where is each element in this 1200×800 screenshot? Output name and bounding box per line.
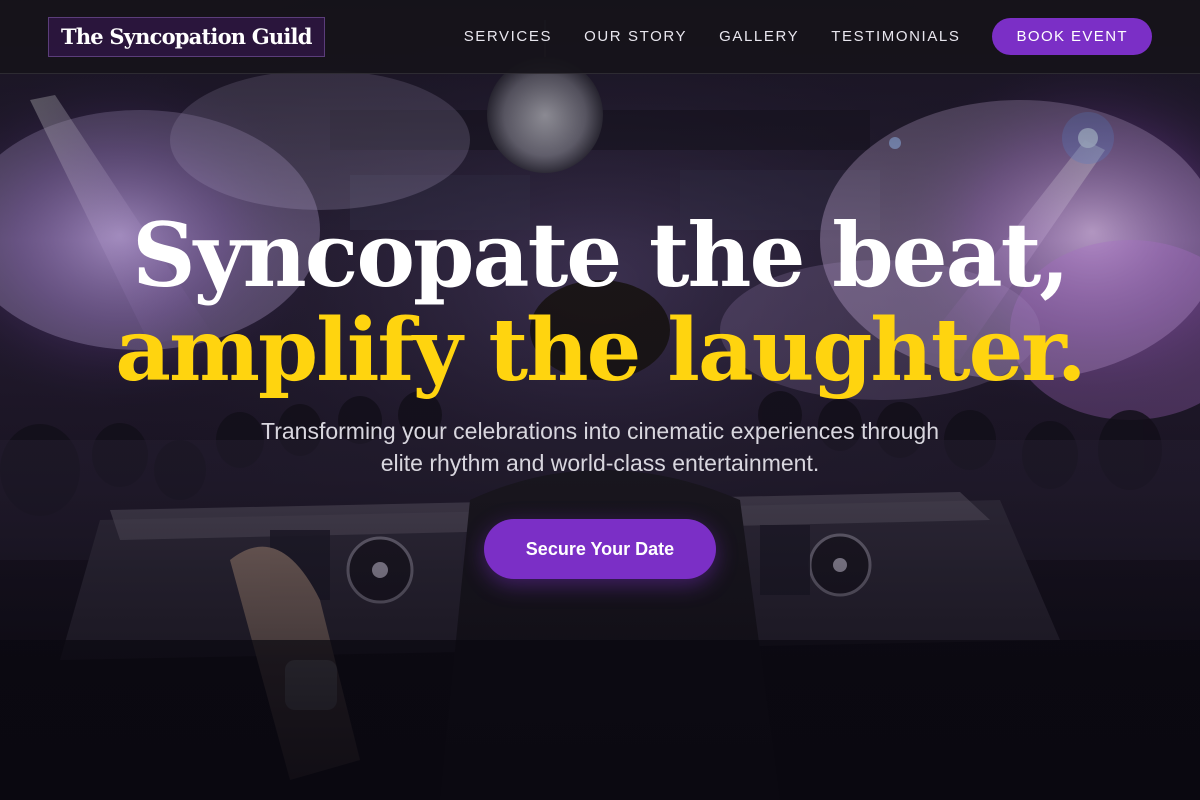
hero-tagline: Transforming your celebrations into cine… [261, 418, 939, 476]
headline-line-2: amplify the laughter. [115, 300, 1086, 401]
nav-menu: SERVICES OUR STORY GALLERY TESTIMONIALS … [432, 18, 1152, 55]
secure-your-date-button[interactable]: Secure Your Date [484, 519, 716, 579]
nav-link-testimonials[interactable]: TESTIMONIALS [831, 28, 960, 45]
landing-page: The Syncopation Guild SERVICES OUR STORY… [0, 0, 1200, 800]
nav-link-gallery[interactable]: GALLERY [719, 28, 799, 45]
headline-line-1: Syncopate the beat, [132, 203, 1070, 307]
brand-logo[interactable]: The Syncopation Guild [48, 16, 325, 57]
nav-link-our-story[interactable]: OUR STORY [584, 28, 687, 45]
nav-link-services[interactable]: SERVICES [464, 28, 552, 45]
book-event-button[interactable]: BOOK EVENT [992, 18, 1152, 55]
hero-headline: Syncopate the beat, amplify the laughter… [0, 205, 1200, 401]
hero-section: Syncopate the beat, amplify the laughter… [0, 205, 1200, 579]
site-navbar: The Syncopation Guild SERVICES OUR STORY… [0, 0, 1200, 74]
